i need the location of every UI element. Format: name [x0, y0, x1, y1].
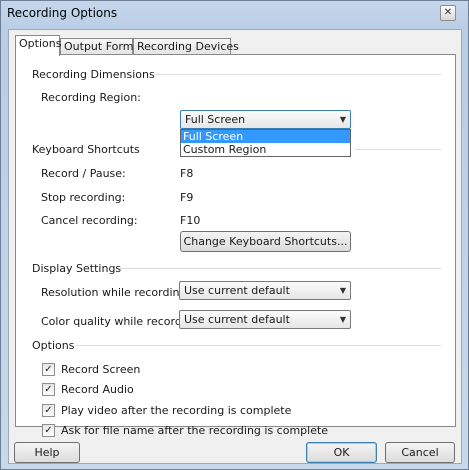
help-button[interactable]: Help [14, 442, 80, 463]
divider [356, 149, 441, 150]
title-bar: Recording Options ✕ [1, 1, 468, 26]
stop-recording-label: Stop recording: [41, 191, 126, 204]
color-quality-value: Use current default [184, 313, 290, 326]
checkmark-icon: ✓ [42, 383, 55, 396]
options-panel: Recording Dimensions Recording Region: F… [15, 54, 456, 437]
record-audio-label: Record Audio [61, 383, 134, 396]
record-pause-label: Record / Pause: [41, 167, 126, 180]
dropdown-option-full-screen[interactable]: Full Screen [181, 130, 350, 143]
play-video-label: Play video after the recording is comple… [61, 404, 292, 417]
recording-region-label: Recording Region: [41, 91, 141, 104]
options-heading: Options [32, 339, 75, 352]
recording-region-value: Full Screen [185, 113, 246, 126]
cancel-recording-key: F10 [180, 214, 201, 227]
record-screen-label: Record Screen [61, 363, 141, 376]
checkmark-icon: ✓ [42, 404, 55, 417]
recording-region-dropdown: Full Screen Custom Region [180, 129, 351, 157]
divider [120, 268, 441, 269]
cancel-recording-label: Cancel recording: [41, 214, 138, 227]
chevron-down-icon: ▼ [339, 115, 346, 124]
keyboard-shortcuts-heading: Keyboard Shortcuts [32, 143, 140, 156]
display-settings-heading: Display Settings [32, 262, 122, 275]
color-quality-select[interactable]: Use current default ▼ [179, 310, 351, 329]
stop-recording-key: F9 [180, 191, 194, 204]
resolution-select[interactable]: Use current default ▼ [179, 281, 351, 300]
recording-region-select[interactable]: Full Screen ▼ [180, 110, 351, 129]
chevron-down-icon: ▼ [339, 286, 346, 295]
close-icon[interactable]: ✕ [440, 5, 456, 21]
tab-output-format[interactable]: Output Format [60, 38, 144, 55]
tab-recording-devices[interactable]: Recording Devices [133, 38, 239, 55]
tab-options[interactable]: Options [15, 35, 61, 56]
cancel-button[interactable]: Cancel [385, 442, 455, 463]
dialog-client-area: Options Output Format Recording Devices … [8, 29, 462, 464]
ask-file-name-label: Ask for file name after the recording is… [61, 424, 329, 437]
checkmark-icon: ✓ [42, 424, 55, 437]
dropdown-option-custom-region[interactable]: Custom Region [181, 143, 350, 156]
window-title: Recording Options [7, 6, 118, 20]
recording-dimensions-heading: Recording Dimensions [32, 68, 155, 81]
change-keyboard-shortcuts-button[interactable]: Change Keyboard Shortcuts... [180, 231, 351, 252]
recording-options-dialog: Recording Options ✕ Options Output Forma… [0, 0, 469, 470]
divider [156, 74, 441, 75]
record-pause-key: F8 [180, 167, 194, 180]
checkmark-icon: ✓ [42, 363, 55, 376]
resolution-value: Use current default [184, 284, 290, 297]
ok-button[interactable]: OK [306, 442, 377, 463]
chevron-down-icon: ▼ [339, 315, 346, 324]
divider [76, 345, 441, 346]
resolution-label: Resolution while recording: [41, 286, 191, 299]
